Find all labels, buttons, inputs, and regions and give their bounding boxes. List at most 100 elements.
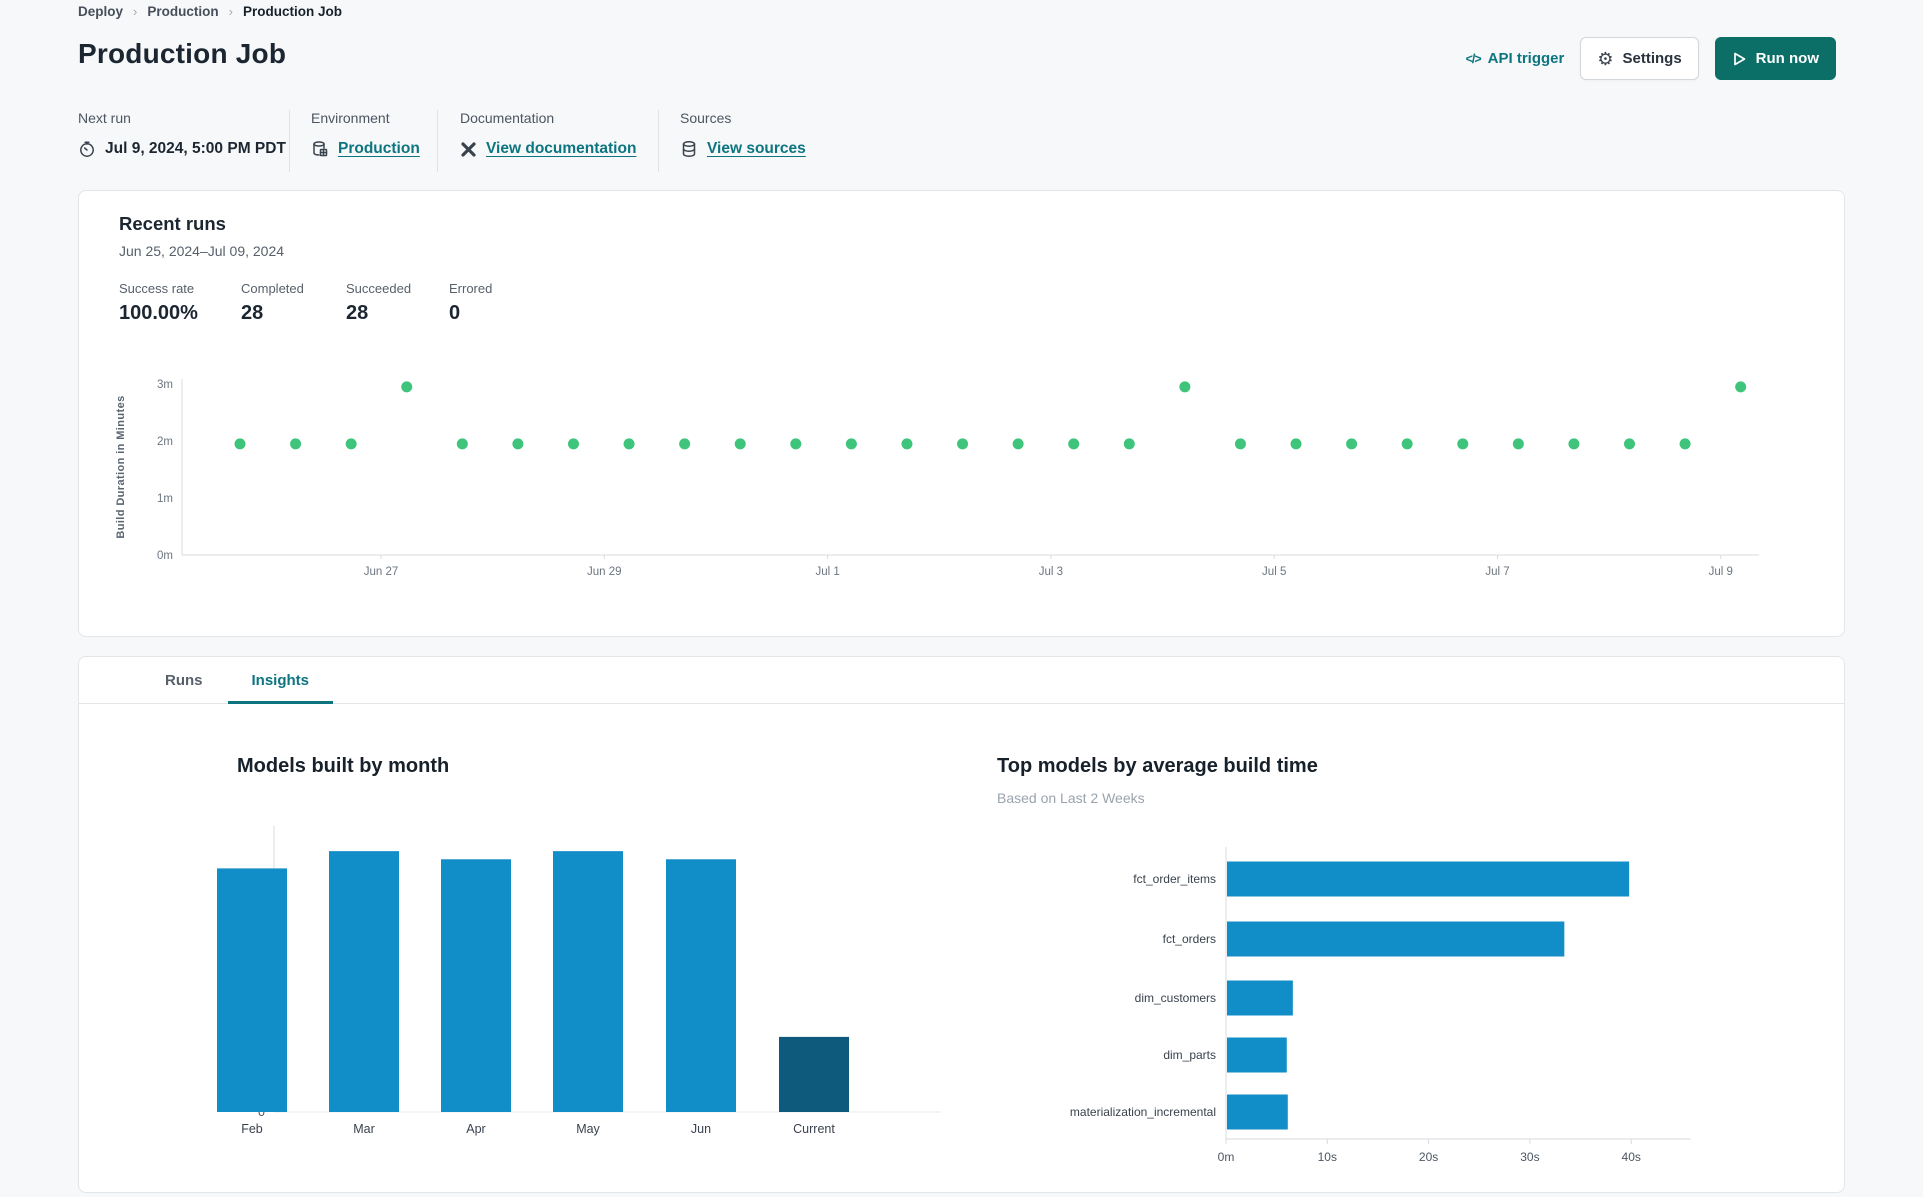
tab-row: Runs Insights — [79, 657, 1844, 704]
x-category-label: Apr — [466, 1122, 485, 1136]
run-scatter-point[interactable] — [679, 438, 691, 450]
environment-link[interactable]: Production — [338, 140, 420, 158]
x-tick-label: Jul 7 — [1485, 566, 1509, 578]
recent-runs-date-range: Jun 25, 2024–Jul 09, 2024 — [119, 243, 285, 259]
divider — [437, 110, 438, 172]
breadcrumb-item-production[interactable]: Production — [147, 4, 218, 19]
run-scatter-point[interactable] — [623, 438, 635, 450]
api-trigger-label: API trigger — [1487, 50, 1565, 67]
run-scatter-point[interactable] — [790, 438, 802, 450]
meta-environment: Environment Production — [311, 110, 420, 158]
run-scatter-point[interactable] — [845, 438, 857, 450]
top-models-subtitle: Based on Last 2 Weeks — [997, 790, 1145, 806]
stat-errored: Errored 0 — [449, 281, 492, 325]
model-bar-fct_order_items — [1227, 861, 1630, 897]
y-tick-label: 2m — [157, 436, 173, 448]
run-scatter-point[interactable] — [1735, 381, 1747, 393]
api-trigger-link[interactable]: </> API trigger — [1466, 50, 1565, 67]
play-icon — [1733, 52, 1746, 65]
view-sources-link[interactable]: View sources — [707, 140, 806, 158]
insights-card: RunsInsights Models built by month 05001… — [78, 656, 1845, 1193]
stat-value: 28 — [241, 302, 264, 324]
run-scatter-point[interactable] — [1012, 438, 1024, 450]
x-tick-label: Jun 27 — [364, 566, 399, 578]
run-scatter-point[interactable] — [957, 438, 969, 450]
stat-succeeded: Succeeded 28 — [346, 281, 449, 325]
stat-label: Completed — [241, 281, 304, 296]
month-bar-jun — [666, 859, 736, 1112]
chevron-right-icon: › — [133, 4, 138, 19]
x-category-label: Mar — [353, 1122, 375, 1136]
environment-label: Environment — [311, 110, 390, 126]
documentation-label: Documentation — [460, 110, 555, 126]
recent-runs-title: Recent runs — [119, 213, 226, 234]
tab-insights[interactable]: Insights — [227, 657, 334, 704]
page-title: Production Job — [78, 38, 287, 69]
view-documentation-link[interactable]: View documentation — [486, 140, 636, 158]
tab-runs[interactable]: Runs — [165, 657, 203, 703]
month-bar-apr — [441, 859, 511, 1112]
month-bar-current — [779, 1036, 849, 1112]
stat-success-rate: Success rate 100.00% — [119, 281, 241, 325]
models-by-month-title: Models built by month — [237, 755, 450, 777]
recent-runs-card: Recent runs Jun 25, 2024–Jul 09, 2024 Su… — [78, 190, 1845, 637]
meta-documentation: Documentation View documentation — [460, 110, 636, 158]
x-tick-label: 0m — [1218, 1150, 1235, 1164]
stat-completed: Completed 28 — [241, 281, 346, 325]
run-scatter-point[interactable] — [1290, 438, 1302, 450]
y-tick-label: 1m — [157, 493, 173, 505]
run-now-label: Run now — [1755, 50, 1819, 67]
x-category-label: May — [576, 1122, 600, 1136]
model-bar-materialization_incremental — [1227, 1094, 1288, 1130]
meta-next-run: Next run Jul 9, 2024, 5:00 PM PDT — [78, 110, 286, 158]
run-scatter-point[interactable] — [734, 438, 746, 450]
run-scatter-point[interactable] — [1457, 438, 1469, 450]
run-scatter-point[interactable] — [901, 438, 913, 450]
stat-label: Success rate — [119, 281, 195, 296]
run-scatter-point[interactable] — [401, 381, 413, 393]
model-label: fct_orders — [1163, 932, 1216, 946]
run-now-button[interactable]: Run now — [1714, 37, 1836, 80]
run-scatter-point[interactable] — [1401, 438, 1413, 450]
x-tick-label: Jul 5 — [1262, 566, 1286, 578]
model-label: fct_order_items — [1133, 872, 1216, 886]
stat-value: 100.00% — [119, 302, 198, 324]
run-scatter-point[interactable] — [1179, 381, 1191, 393]
run-scatter-point[interactable] — [1679, 438, 1691, 450]
run-scatter-point[interactable] — [512, 438, 524, 450]
run-scatter-point[interactable] — [567, 438, 579, 450]
model-bar-dim_customers — [1227, 980, 1293, 1016]
y-tick-label: 3m — [157, 379, 173, 391]
x-tick-label: Jun 29 — [587, 566, 622, 578]
run-scatter-point[interactable] — [1624, 438, 1635, 450]
breadcrumb-item-production-job: Production Job — [242, 4, 342, 19]
run-scatter-point[interactable] — [1346, 438, 1358, 450]
x-tick-label: 20s — [1419, 1150, 1438, 1164]
model-bar-fct_orders — [1227, 921, 1565, 957]
settings-label: Settings — [1622, 50, 1682, 67]
run-scatter-point[interactable] — [456, 438, 468, 450]
x-tick-label: Jul 1 — [815, 566, 839, 578]
x-category-label: Jun — [691, 1122, 711, 1136]
settings-button[interactable]: ⚙ Settings — [1580, 37, 1699, 80]
models-by-month-chart: 05001000FebMarAprMayJunCurrent — [217, 826, 941, 1136]
breadcrumb: Deploy › Production › Production Job — [78, 4, 342, 19]
recent-runs-stats: Success rate 100.00% Completed 28 Succeeded 2… — [119, 281, 492, 325]
run-scatter-point[interactable] — [1234, 438, 1246, 450]
run-scatter-point[interactable] — [1068, 438, 1080, 450]
run-scatter-point[interactable] — [345, 438, 357, 450]
run-scatter-point[interactable] — [1568, 438, 1580, 450]
breadcrumb-item-deploy[interactable]: Deploy — [78, 4, 123, 19]
database-icon — [680, 140, 698, 158]
model-label: dim_parts — [1163, 1048, 1216, 1062]
model-label: dim_customers — [1135, 991, 1216, 1005]
month-bar-may — [553, 851, 623, 1112]
run-scatter-point[interactable] — [290, 438, 302, 450]
month-bar-mar — [329, 851, 399, 1112]
run-scatter-point[interactable] — [234, 438, 246, 450]
run-scatter-point[interactable] — [1123, 438, 1135, 450]
top-models-chart: fct_order_items fct_orders dim_customersdi… — [1070, 847, 1691, 1164]
run-scatter-point[interactable] — [1512, 438, 1524, 450]
environment-icon — [311, 140, 329, 158]
x-tick-label: 10s — [1318, 1150, 1337, 1164]
